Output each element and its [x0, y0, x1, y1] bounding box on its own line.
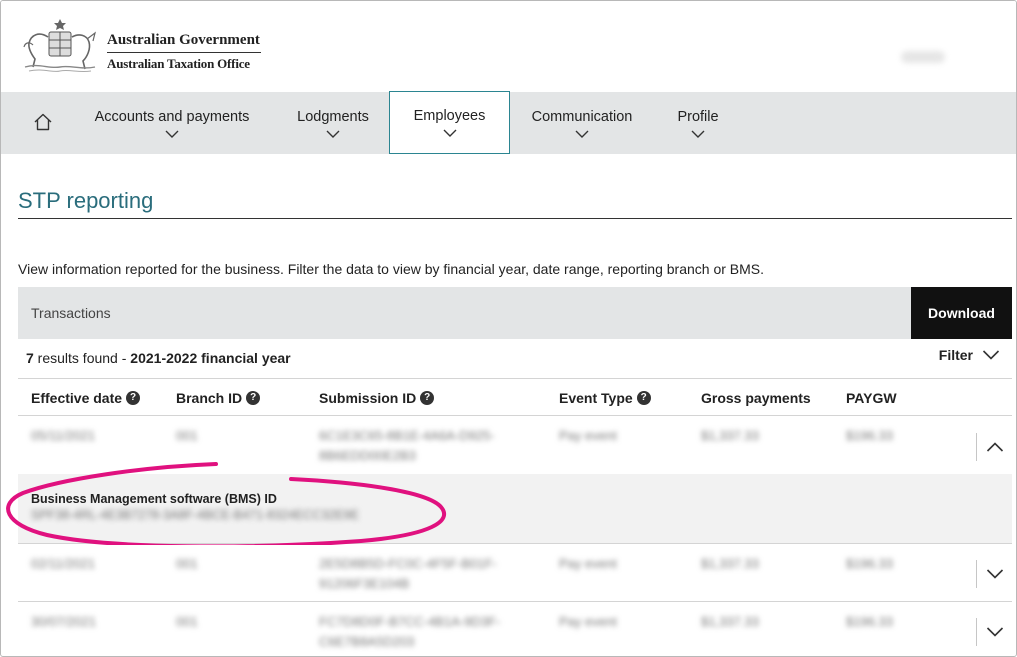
browser-frame: Australian Government Australian Taxatio… — [0, 0, 1017, 657]
filter-toggle[interactable]: Filter — [939, 347, 1000, 363]
page-title-row: STP reporting — [18, 187, 1012, 219]
cell-branch-id: 001 — [176, 614, 198, 629]
row-detail-panel: Business Management software (BMS) ID SP… — [18, 474, 1012, 544]
government-name: Australian Government — [107, 32, 261, 53]
cell-effective-date: 30/07/2021 — [31, 614, 97, 629]
cell-submission-id-line2: 8B6EDD00E2B3 — [319, 448, 416, 463]
bms-id-value: SPF38-4RL-4E3B7278-3A8F-4BCE-B471-8324EC… — [31, 508, 359, 522]
cell-event-type: Pay event — [559, 556, 617, 571]
nav-item-label: Communication — [531, 108, 633, 125]
cell-gross-payments: $1,337.33 — [701, 428, 759, 443]
nav-item-label: Profile — [677, 108, 719, 125]
collapse-row-button[interactable] — [976, 433, 1012, 461]
cell-submission-id-line1: FC7D8D0F-B7CC-4B1A-9D3F- — [319, 614, 501, 629]
chevron-down-icon — [575, 130, 589, 138]
bms-id-label: Business Management software (BMS) ID — [31, 492, 277, 506]
column-header-effective-date: Effective date? — [31, 390, 141, 406]
table-row[interactable]: 05/11/2021 001 6C1E3C65-8B1E-4A6A-D925- … — [18, 417, 1012, 474]
download-button[interactable]: Download — [911, 287, 1012, 339]
agency-name: Australian Taxation Office — [107, 56, 250, 71]
help-icon[interactable]: ? — [246, 391, 261, 405]
site-header: Australian Government Australian Taxatio… — [1, 1, 1016, 92]
column-label: Branch ID — [176, 390, 243, 406]
column-header-branch-id: Branch ID? — [176, 390, 261, 406]
coat-of-arms-icon — [23, 19, 96, 73]
cell-branch-id: 001 — [176, 428, 198, 443]
column-label: Submission ID — [319, 390, 417, 406]
help-icon[interactable]: ? — [126, 391, 141, 405]
blurred-header-text — [901, 51, 945, 63]
column-label: Effective date — [31, 390, 123, 406]
nav-item-label: Lodgments — [297, 108, 369, 125]
nav-profile[interactable]: Profile — [668, 92, 728, 154]
results-count: 7 — [26, 350, 34, 366]
government-wordmark: Australian Government Australian Taxatio… — [107, 32, 261, 72]
nav-employees[interactable]: Employees — [389, 91, 510, 154]
table-row[interactable]: 30/07/2021 001 FC7D8D0F-B7CC-4B1A-9D3F- … — [18, 603, 1012, 656]
chevron-down-icon — [982, 350, 1000, 360]
chevron-down-icon — [165, 130, 179, 138]
column-header-event-type: Event Type? — [559, 390, 651, 406]
nav-lodgments[interactable]: Lodgments — [288, 92, 378, 154]
cell-submission-id-line1: 6C1E3C65-8B1E-4A6A-D925- — [319, 428, 495, 443]
filter-label: Filter — [938, 347, 973, 363]
cell-effective-date: 02/11/2021 — [31, 556, 96, 571]
nav-accounts-and-payments[interactable]: Accounts and payments — [85, 92, 259, 154]
table-row[interactable]: 02/11/2021 001 2E5D8B5D-FC0C-4F5F-B01F- … — [18, 545, 1012, 602]
cell-branch-id: 001 — [176, 556, 198, 571]
results-text: results found - — [33, 350, 131, 366]
home-icon[interactable] — [32, 111, 54, 133]
cell-event-type: Pay event — [559, 428, 617, 443]
cell-submission-id-line1: 2E5D8B5D-FC0C-4F5F-B01F- — [319, 556, 497, 571]
expand-row-button[interactable] — [976, 560, 1012, 588]
cell-gross-payments: $1,337.33 — [701, 556, 759, 571]
column-label: Gross payments — [701, 390, 811, 406]
page-intro: View information reported for the busine… — [18, 261, 765, 277]
column-header-gross-payments: Gross payments — [701, 390, 811, 406]
cell-paygw: $196.33 — [846, 556, 893, 571]
nav-item-label: Accounts and payments — [94, 108, 250, 125]
cell-effective-date: 05/11/2021 — [31, 428, 96, 443]
results-period: 2021-2022 financial year — [130, 350, 291, 366]
chevron-down-icon — [986, 627, 1003, 637]
cell-gross-payments: $1,337.33 — [701, 614, 759, 629]
cell-paygw: $196.33 — [846, 428, 893, 443]
table-header: Effective date? Branch ID? Submission ID… — [18, 378, 1012, 416]
column-label: Event Type — [559, 390, 633, 406]
nav-communication[interactable]: Communication — [522, 92, 642, 154]
results-summary: 7 results found - 2021-2022 financial ye… — [26, 350, 291, 366]
main-nav: Accounts and payments Lodgments Employee… — [1, 91, 1016, 154]
chevron-up-icon — [986, 442, 1003, 452]
cell-submission-id-line2: C6E7B8A5D203 — [319, 634, 415, 649]
column-label: PAYGW — [846, 390, 897, 406]
chevron-down-icon — [986, 569, 1003, 579]
help-icon[interactable]: ? — [636, 391, 651, 405]
column-header-paygw: PAYGW — [846, 390, 897, 406]
transactions-bar: Transactions Download — [18, 287, 1012, 339]
transactions-label: Transactions — [31, 305, 111, 321]
chevron-down-icon — [691, 130, 705, 138]
cell-paygw: $196.33 — [846, 614, 893, 629]
cell-event-type: Pay event — [559, 614, 617, 629]
column-header-submission-id: Submission ID? — [319, 390, 435, 406]
nav-item-label: Employees — [413, 108, 486, 124]
expand-row-button[interactable] — [976, 618, 1012, 646]
chevron-down-icon — [326, 130, 340, 138]
chevron-down-icon — [443, 129, 456, 137]
cell-submission-id-line2: 91206F3E104B — [319, 576, 410, 591]
help-icon[interactable]: ? — [420, 391, 435, 405]
page-title: STP reporting — [18, 188, 154, 213]
